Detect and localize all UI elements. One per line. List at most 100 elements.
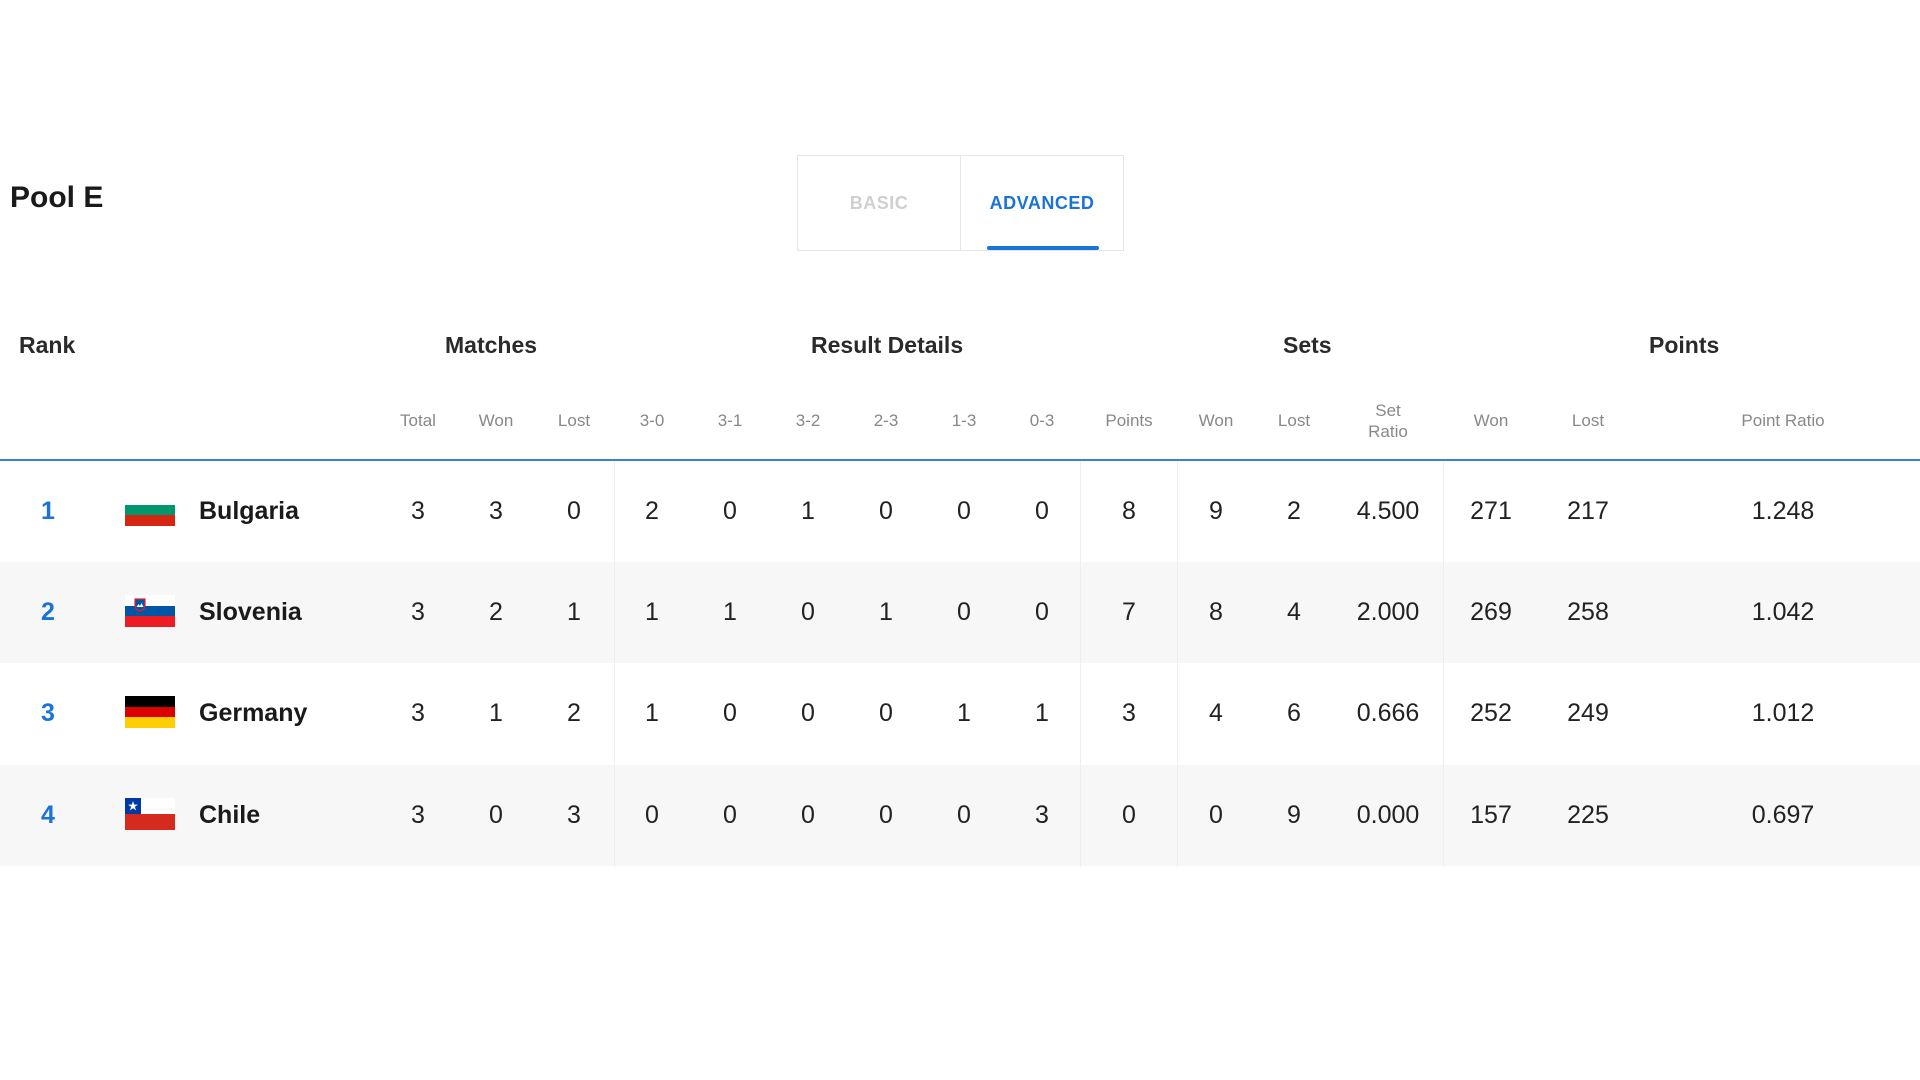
points-cell: 8 bbox=[1122, 497, 1136, 525]
points-won-cell: 269 bbox=[1470, 598, 1512, 626]
points-cell: 0 bbox=[1122, 801, 1136, 829]
tab-advanced-label: ADVANCED bbox=[989, 192, 1095, 213]
team-name[interactable]: Chile bbox=[199, 765, 399, 866]
col-0-3: 0-3 bbox=[1029, 411, 1055, 430]
result-1-3-cell: 1 bbox=[957, 699, 971, 727]
matches-lost-cell: 1 bbox=[567, 598, 581, 626]
result-1-3-cell: 0 bbox=[957, 598, 971, 626]
matches-lost-cell: 2 bbox=[567, 699, 581, 727]
result-0-3-cell: 1 bbox=[1035, 699, 1049, 727]
result-0-3-cell: 0 bbox=[1035, 497, 1049, 525]
points-lost-cell: 225 bbox=[1567, 801, 1609, 829]
result-2-3-cell: 0 bbox=[879, 699, 893, 727]
sets-lost-cell: 6 bbox=[1287, 699, 1301, 727]
matches-won-cell: 0 bbox=[489, 801, 503, 829]
view-toggle: BASIC ADVANCED bbox=[797, 155, 1124, 251]
table-row[interactable]: 4 Chile 3 0 3 0 0 0 0 0 3 0 0 9 0.000 15… bbox=[0, 765, 1920, 866]
point-ratio-cell: 0.697 bbox=[1751, 801, 1815, 829]
team-name[interactable]: Slovenia bbox=[199, 562, 399, 663]
matches-total-cell: 3 bbox=[411, 801, 425, 829]
col-points: Points bbox=[1105, 411, 1153, 430]
rank-cell: 4 bbox=[41, 801, 55, 829]
matches-lost-cell: 0 bbox=[567, 497, 581, 525]
header-sets: Sets bbox=[1283, 332, 1332, 358]
result-3-1-cell: 0 bbox=[723, 497, 737, 525]
set-ratio-cell: 0.666 bbox=[1356, 699, 1420, 727]
standings-page: Pool E BASIC ADVANCED Rank Matches Resul… bbox=[0, 0, 1920, 1080]
point-ratio-cell: 1.042 bbox=[1751, 598, 1815, 626]
col-sets-won: Won bbox=[1198, 411, 1234, 430]
points-cell: 7 bbox=[1122, 598, 1136, 626]
column-divider bbox=[1443, 461, 1444, 867]
matches-won-cell: 3 bbox=[489, 497, 503, 525]
set-ratio-cell: 0.000 bbox=[1356, 801, 1420, 829]
result-2-3-cell: 0 bbox=[879, 801, 893, 829]
result-3-2-cell: 1 bbox=[801, 497, 815, 525]
sets-lost-cell: 2 bbox=[1287, 497, 1301, 525]
col-sets-lost: Lost bbox=[1277, 411, 1311, 430]
result-3-1-cell: 1 bbox=[723, 598, 737, 626]
points-lost-cell: 258 bbox=[1567, 598, 1609, 626]
tab-basic[interactable]: BASIC bbox=[798, 156, 961, 250]
col-3-0: 3-0 bbox=[639, 411, 665, 430]
result-2-3-cell: 0 bbox=[879, 497, 893, 525]
slovenia-flag-icon bbox=[125, 595, 175, 627]
set-ratio-cell: 2.000 bbox=[1356, 598, 1420, 626]
matches-won-cell: 2 bbox=[489, 598, 503, 626]
set-ratio-cell: 4.500 bbox=[1356, 497, 1420, 525]
column-divider bbox=[614, 461, 615, 867]
col-3-1: 3-1 bbox=[717, 411, 743, 430]
result-3-2-cell: 0 bbox=[801, 801, 815, 829]
bulgaria-flag-icon bbox=[125, 494, 175, 526]
result-2-3-cell: 1 bbox=[879, 598, 893, 626]
sets-lost-cell: 4 bbox=[1287, 598, 1301, 626]
sets-lost-cell: 9 bbox=[1287, 801, 1301, 829]
chile-flag-icon bbox=[125, 798, 175, 830]
result-3-0-cell: 0 bbox=[645, 801, 659, 829]
matches-total-cell: 3 bbox=[411, 598, 425, 626]
table-row[interactable]: 3 Germany 3 1 2 1 0 0 0 1 1 3 4 6 0.666 … bbox=[0, 663, 1920, 764]
points-lost-cell: 217 bbox=[1567, 497, 1609, 525]
header-matches: Matches bbox=[445, 332, 538, 358]
page-title: Pool E bbox=[10, 181, 104, 214]
result-3-1-cell: 0 bbox=[723, 699, 737, 727]
result-1-3-cell: 0 bbox=[957, 801, 971, 829]
result-3-2-cell: 0 bbox=[801, 699, 815, 727]
col-points-won: Won bbox=[1473, 411, 1509, 430]
tab-advanced[interactable]: ADVANCED bbox=[961, 156, 1123, 250]
germany-flag-icon bbox=[125, 696, 175, 728]
points-won-cell: 271 bbox=[1470, 497, 1512, 525]
team-name[interactable]: Bulgaria bbox=[199, 461, 399, 562]
sets-won-cell: 0 bbox=[1209, 801, 1223, 829]
col-1-3: 1-3 bbox=[951, 411, 977, 430]
header-result-details: Result Details bbox=[811, 332, 964, 358]
matches-won-cell: 1 bbox=[489, 699, 503, 727]
col-3-2: 3-2 bbox=[795, 411, 821, 430]
table-row[interactable]: 1 Bulgaria 3 3 0 2 0 1 0 0 0 8 9 2 4.500… bbox=[0, 461, 1920, 562]
col-matches-total: Total bbox=[400, 411, 436, 430]
points-cell: 3 bbox=[1122, 699, 1136, 727]
result-0-3-cell: 0 bbox=[1035, 598, 1049, 626]
header-points: Points bbox=[1649, 332, 1720, 358]
table-row[interactable]: 2 Slovenia 3 2 1 1 1 0 1 0 0 7 8 4 2.000… bbox=[0, 562, 1920, 663]
rank-cell: 2 bbox=[41, 598, 55, 626]
result-3-0-cell: 2 bbox=[645, 497, 659, 525]
col-points-lost: Lost bbox=[1571, 411, 1605, 430]
rank-cell: 1 bbox=[41, 497, 55, 525]
result-3-2-cell: 0 bbox=[801, 598, 815, 626]
result-3-0-cell: 1 bbox=[645, 699, 659, 727]
point-ratio-cell: 1.012 bbox=[1751, 699, 1815, 727]
slovenia-coat-of-arms-icon bbox=[134, 598, 146, 612]
col-2-3: 2-3 bbox=[873, 411, 899, 430]
result-0-3-cell: 3 bbox=[1035, 801, 1049, 829]
col-point-ratio: Point Ratio bbox=[1741, 411, 1825, 430]
active-tab-indicator bbox=[987, 246, 1099, 250]
col-matches-lost: Lost bbox=[557, 411, 591, 430]
team-name[interactable]: Germany bbox=[199, 663, 399, 764]
result-1-3-cell: 0 bbox=[957, 497, 971, 525]
result-3-1-cell: 0 bbox=[723, 801, 737, 829]
matches-total-cell: 3 bbox=[411, 497, 425, 525]
matches-lost-cell: 3 bbox=[567, 801, 581, 829]
header-rank: Rank bbox=[19, 332, 76, 358]
points-won-cell: 252 bbox=[1470, 699, 1512, 727]
